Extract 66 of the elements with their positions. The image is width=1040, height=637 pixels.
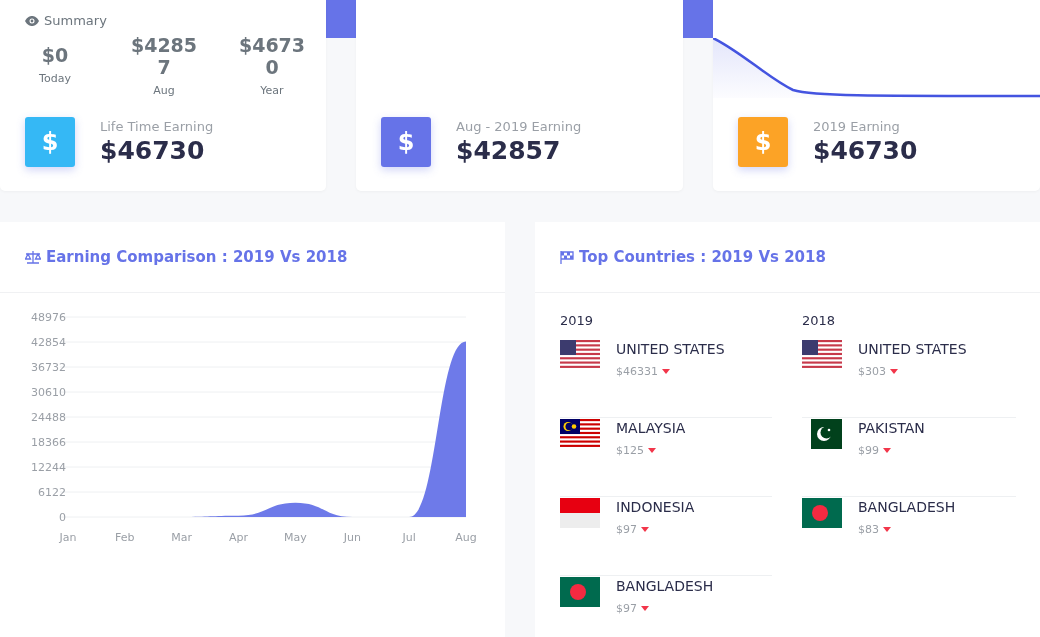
- flag-icon: [560, 577, 600, 607]
- flag-icon: [560, 250, 574, 264]
- stat-label: Year: [260, 84, 284, 97]
- dollar-icon: $: [381, 117, 431, 167]
- flag-icon: [802, 498, 842, 528]
- caret-down-icon: [883, 527, 891, 532]
- axis-label: 18366: [31, 436, 66, 449]
- country-name: PAKISTAN: [858, 420, 925, 436]
- axis-label: 42854: [31, 336, 66, 349]
- axis-label: 0: [59, 511, 66, 524]
- scale-icon: [25, 250, 41, 264]
- axis-label: 12244: [31, 461, 66, 474]
- country-name: UNITED STATES: [616, 341, 725, 357]
- earning-label: Life Time Earning: [100, 119, 214, 134]
- country-name: BANGLADESH: [616, 578, 714, 594]
- country-amount: $46331: [616, 365, 658, 378]
- earning-value: $46730: [100, 136, 206, 165]
- earning-value: $42857: [456, 136, 562, 165]
- country-name: INDONESIA: [616, 499, 695, 515]
- earning-value: $46730: [813, 136, 918, 165]
- caret-down-icon: [883, 448, 891, 453]
- stat-label: Today: [39, 72, 71, 85]
- axis-label: 24488: [31, 411, 66, 424]
- country-name: UNITED STATES: [858, 341, 967, 357]
- country-amount: $125: [616, 444, 644, 457]
- country-name: MALAYSIA: [616, 420, 686, 436]
- year-heading: 2018: [802, 313, 837, 328]
- axis-label: Mar: [171, 531, 193, 544]
- flag-icon: [560, 340, 600, 370]
- caret-down-icon: [641, 527, 649, 532]
- stat-value: $0: [40, 44, 70, 66]
- country-name: BANGLADESH: [858, 499, 956, 515]
- country-amount: $99: [858, 444, 879, 457]
- dollar-icon: $: [25, 117, 75, 167]
- caret-down-icon: [648, 448, 656, 453]
- caret-down-icon: [890, 369, 898, 374]
- panel-title: Top Countries : 2019 Vs 2018: [579, 248, 826, 266]
- year-heading: 2019: [560, 313, 595, 328]
- panel-title: Earning Comparison : 2019 Vs 2018: [46, 248, 348, 266]
- axis-label: Apr: [229, 531, 249, 544]
- earning-label: Aug - 2019 Earning: [456, 119, 582, 134]
- axis-label: 6122: [38, 486, 66, 499]
- axis-label: 30610: [31, 386, 66, 399]
- axis-label: Jan: [59, 531, 77, 544]
- flag-icon: [560, 419, 600, 449]
- country-amount: $97: [616, 602, 637, 615]
- dollar-icon: $: [738, 117, 788, 167]
- eye-icon: [25, 15, 39, 26]
- axis-label: Aug: [455, 531, 477, 544]
- earning-label: 2019 Earning: [813, 119, 901, 134]
- axis-label: 48976: [31, 311, 66, 324]
- stat-value: $42857: [129, 34, 199, 78]
- axis-label: 36732: [31, 361, 66, 374]
- axis-label: Jul: [402, 531, 416, 544]
- card-title: Summary: [44, 13, 107, 28]
- caret-down-icon: [662, 369, 670, 374]
- caret-down-icon: [641, 606, 649, 611]
- axis-label: Feb: [115, 531, 135, 544]
- stat-value: $46730: [237, 34, 307, 78]
- country-amount: $303: [858, 365, 886, 378]
- axis-label: Jun: [343, 531, 361, 544]
- country-amount: $83: [858, 523, 879, 536]
- country-amount: $97: [616, 523, 637, 536]
- axis-label: May: [284, 531, 307, 544]
- stat-label: Aug: [153, 84, 175, 97]
- flag-icon: [802, 340, 842, 370]
